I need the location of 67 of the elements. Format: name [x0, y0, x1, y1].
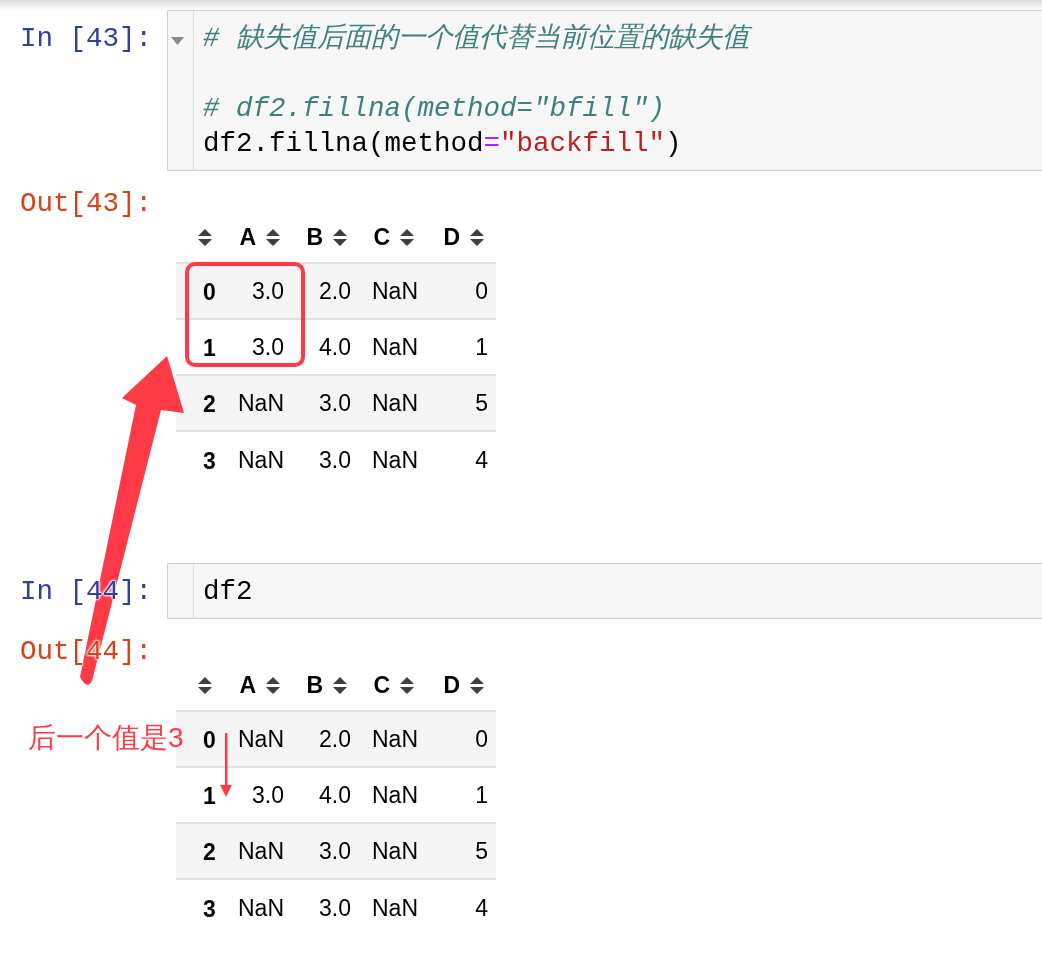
- sort-icon[interactable]: [333, 676, 347, 694]
- sort-icon[interactable]: [198, 228, 212, 246]
- table-cell-text: NaN: [237, 388, 285, 418]
- row-index: 1: [202, 334, 217, 364]
- table-cell-text: 1: [474, 332, 489, 362]
- table-cell-text: 3.0: [251, 332, 285, 362]
- arrow: [220, 733, 232, 797]
- table-cell-text: 4.0: [318, 780, 352, 810]
- table-cell-text: NaN: [371, 332, 419, 362]
- annotation-text: 后一个值是3: [28, 721, 184, 755]
- code-input[interactable]: df2: [167, 563, 1042, 619]
- sort-icon[interactable]: [400, 228, 414, 246]
- column-header[interactable]: D: [426, 212, 496, 262]
- input-prompt: In [43]:: [20, 22, 153, 56]
- table-cell-text: NaN: [237, 445, 285, 475]
- table-cell-text: NaN: [371, 780, 419, 810]
- table-cell-text: NaN: [371, 836, 419, 866]
- code-line: df2: [203, 575, 253, 609]
- column-header[interactable]: A: [228, 660, 292, 710]
- column-header[interactable]: C: [359, 660, 426, 710]
- table-cell-text: 5: [474, 836, 489, 866]
- row-index: 0: [202, 278, 217, 308]
- table-cell-text: 5: [474, 388, 489, 418]
- table-cell-text: 0: [474, 724, 489, 754]
- row-index: 2: [202, 838, 217, 868]
- column-header[interactable]: B: [292, 660, 359, 710]
- table-cell-text: 4.0: [318, 332, 352, 362]
- sort-icon[interactable]: [470, 228, 484, 246]
- table-cell-text: 3.0: [251, 780, 285, 810]
- caret-icon[interactable]: [171, 37, 184, 45]
- sort-icon[interactable]: [333, 228, 347, 246]
- table-cell-text: NaN: [237, 724, 285, 754]
- table-cell-text: 2.0: [318, 724, 352, 754]
- table-cell-text: 3.0: [318, 836, 352, 866]
- code-line: # df2.fillna(method="bfill"): [203, 92, 666, 126]
- row-index: 3: [202, 447, 217, 477]
- table-cell-text: 1: [474, 780, 489, 810]
- table-cell-text: NaN: [371, 724, 419, 754]
- table-cell-text: NaN: [237, 836, 285, 866]
- table-cell-text: 3.0: [318, 388, 352, 418]
- table-cell-text: NaN: [237, 893, 285, 923]
- column-header[interactable]: A: [228, 212, 292, 262]
- row-index: 2: [202, 390, 217, 420]
- code-input[interactable]: # 缺失值后面的一个值代替当前位置的缺失值 # df2.fillna(method="bfill") df2.fillna(method="backfill"): [167, 10, 1042, 171]
- sort-icon[interactable]: [198, 676, 212, 694]
- table-cell-text: 2.0: [318, 276, 352, 306]
- table-cell-text: 3.0: [318, 893, 352, 923]
- table-cell-text: NaN: [371, 388, 419, 418]
- sort-icon[interactable]: [266, 228, 280, 246]
- row-index: 3: [202, 895, 217, 925]
- table-cell-text: NaN: [371, 276, 419, 306]
- sort-icon[interactable]: [470, 676, 484, 694]
- column-header[interactable]: B: [292, 212, 359, 262]
- table-cell-text: 0: [474, 276, 489, 306]
- table-cell-text: 3.0: [318, 445, 352, 475]
- output-prompt: Out[43]:: [20, 187, 153, 221]
- sort-icon[interactable]: [266, 676, 280, 694]
- table-cell-text: NaN: [371, 445, 419, 475]
- code-line: df2.fillna(method="backfill"): [203, 127, 682, 161]
- table-cell-text: NaN: [371, 893, 419, 923]
- column-header[interactable]: C: [359, 212, 426, 262]
- table-cell-text: 3.0: [251, 276, 285, 306]
- sort-icon[interactable]: [400, 676, 414, 694]
- row-index: 1: [202, 782, 217, 812]
- table-cell-text: 4: [474, 893, 489, 923]
- table-cell-text: 4: [474, 445, 489, 475]
- column-header[interactable]: D: [426, 660, 496, 710]
